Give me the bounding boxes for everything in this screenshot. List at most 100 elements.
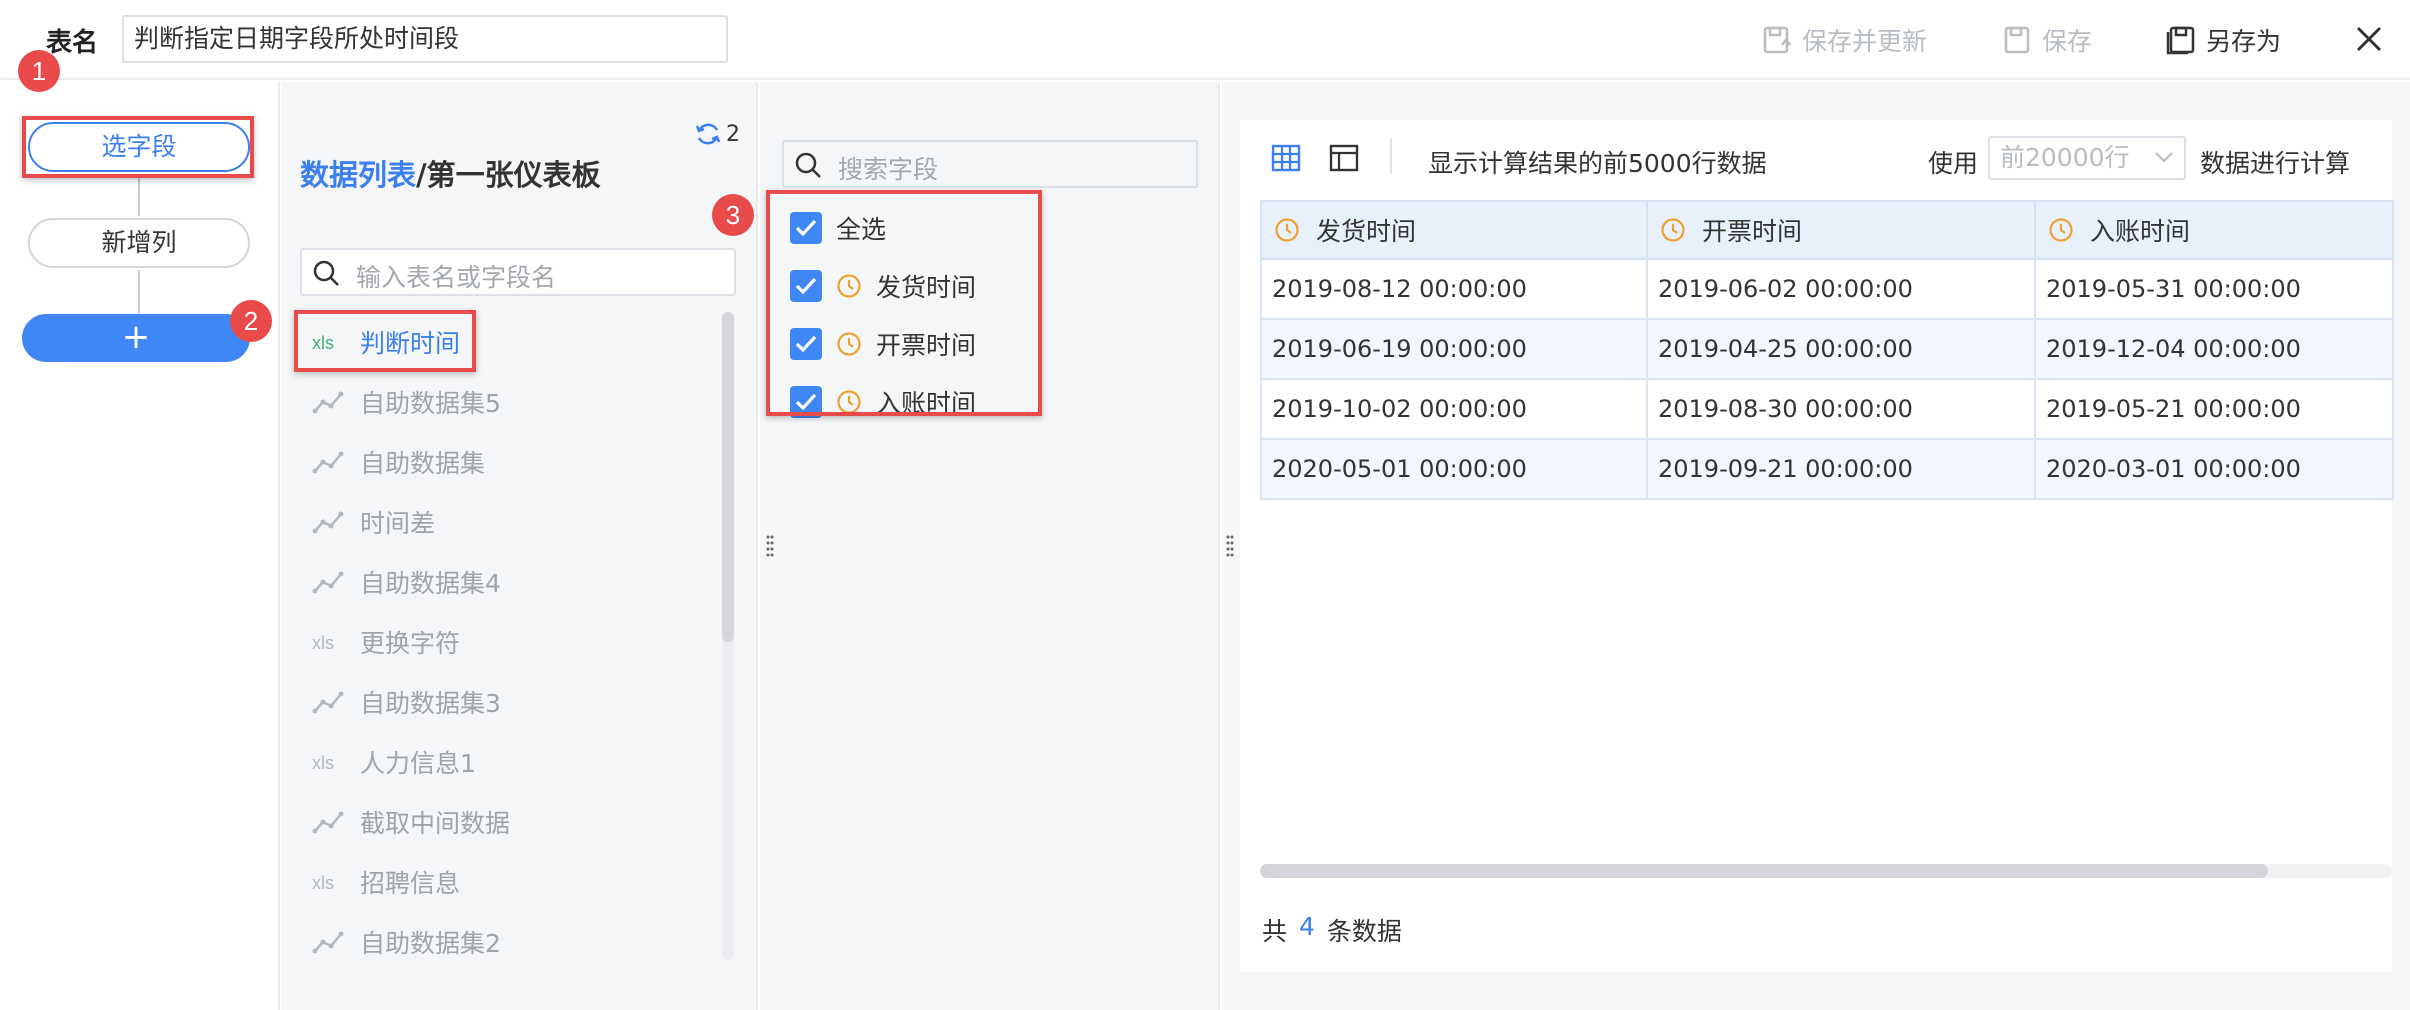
list-item-label: 时间差 xyxy=(360,509,436,538)
svg-text:xls: xls xyxy=(312,873,334,893)
save-and-update-button[interactable]: 保存并更新 xyxy=(1762,22,1927,58)
step-connector xyxy=(138,174,140,216)
table-cell: 2019-04-25 00:00:00 xyxy=(1646,318,2036,380)
excel-icon: xls xyxy=(312,753,334,773)
breadcrumb-separator: / xyxy=(416,158,427,192)
data-list-panel: 2 数据列表/第一张仪表板 输入表名或字段名 xls 判断时间 自助数据集5 自… xyxy=(282,82,758,1010)
list-item-label: 自助数据集5 xyxy=(360,389,501,418)
table-cell: 2019-05-21 00:00:00 xyxy=(2034,378,2394,440)
annotation-badge-3: 3 xyxy=(712,194,754,236)
row-count-suffix: 条数据 xyxy=(1326,917,1402,946)
save-as-button[interactable]: 另存为 xyxy=(2166,22,2281,58)
refresh-count: 2 xyxy=(726,121,740,147)
horizontal-scrollbar-thumb[interactable] xyxy=(1260,864,2268,878)
list-item[interactable]: 自助数据集5 xyxy=(312,382,501,422)
dataset-icon xyxy=(312,571,344,594)
list-item[interactable]: xls 人力信息1 xyxy=(312,742,476,782)
refresh-button[interactable]: 2 xyxy=(694,120,740,148)
clock-icon xyxy=(1661,218,1685,242)
field-search-placeholder: 搜索字段 xyxy=(838,155,939,184)
top-header: 表名 判断指定日期字段所处时间段 保存并更新 保存 另存为 xyxy=(0,0,2410,80)
table-cell: 2020-03-01 00:00:00 xyxy=(2034,438,2394,500)
list-item[interactable]: 自助数据集3 xyxy=(312,682,501,722)
list-item[interactable]: 截取中间数据 xyxy=(312,802,510,842)
list-item-label: 人力信息1 xyxy=(360,749,476,778)
list-item[interactable]: 自助数据集4 xyxy=(312,562,501,602)
clock-icon xyxy=(1275,218,1299,242)
table-row: 2020-05-01 00:00:00 2019-09-21 00:00:00 … xyxy=(1260,438,2394,500)
table-search-input[interactable]: 输入表名或字段名 xyxy=(300,248,736,296)
save-label: 保存 xyxy=(2042,27,2093,56)
preview-info-text: 显示计算结果的前5000行数据 xyxy=(1428,149,1767,178)
dataset-icon xyxy=(312,931,344,954)
table-search-placeholder: 输入表名或字段名 xyxy=(356,263,557,292)
table-cell: 2019-06-19 00:00:00 xyxy=(1260,318,1648,380)
close-icon[interactable] xyxy=(2352,22,2386,56)
calc-label: 数据进行计算 xyxy=(2200,149,2351,178)
dataset-icon xyxy=(312,811,344,834)
column-header-label: 开票时间 xyxy=(1702,217,1803,246)
search-icon xyxy=(313,260,339,286)
table-view-icon[interactable] xyxy=(1270,142,1302,174)
column-header[interactable]: 开票时间 xyxy=(1646,200,2036,260)
table-name-label: 表名 xyxy=(46,28,99,58)
preview-card: 显示计算结果的前5000行数据 使用 前20000行 数据进行计算 发货时间 开… xyxy=(1240,120,2394,972)
refresh-icon xyxy=(695,123,721,145)
save-update-icon xyxy=(1763,26,1791,54)
annotation-box-3 xyxy=(766,190,1042,416)
annotation-box-2 xyxy=(294,310,476,372)
list-item-label: 更换字符 xyxy=(360,629,461,658)
svg-text:xls: xls xyxy=(312,633,334,653)
annotation-badge-2: 2 xyxy=(230,300,272,342)
save-as-label: 另存为 xyxy=(2206,27,2282,56)
field-panel: 搜索字段 全选 发货时间 开票时间 入账时间 xyxy=(760,82,1220,1010)
dataset-icon xyxy=(312,451,344,474)
annotation-box-1 xyxy=(22,116,254,178)
excel-icon: xls xyxy=(312,633,334,653)
column-header[interactable]: 入账时间 xyxy=(2034,200,2394,260)
search-icon xyxy=(795,152,821,178)
table-cell: 2019-09-21 00:00:00 xyxy=(1646,438,2036,500)
table-header-row: 发货时间 开票时间 入账时间 xyxy=(1260,200,2394,260)
table-cell: 2020-05-01 00:00:00 xyxy=(1260,438,1648,500)
save-and-update-label: 保存并更新 xyxy=(1802,27,1928,56)
table-cell: 2019-08-30 00:00:00 xyxy=(1646,378,2036,440)
column-header[interactable]: 发货时间 xyxy=(1260,200,1648,260)
row-count-value: 4 xyxy=(1299,912,1315,941)
breadcrumb-root-link[interactable]: 数据列表 xyxy=(300,158,416,192)
clock-icon xyxy=(2049,218,2073,242)
resize-handle-icon[interactable] xyxy=(766,534,774,558)
table-cell: 2019-12-04 00:00:00 xyxy=(2034,318,2394,380)
list-item-label: 招聘信息 xyxy=(360,869,461,898)
list-item[interactable]: xls 更换字符 xyxy=(312,622,460,662)
list-item[interactable]: 时间差 xyxy=(312,502,435,542)
toolbar-divider xyxy=(1390,138,1392,174)
add-step-button[interactable]: + xyxy=(22,314,250,362)
steps-sidebar: 选字段 新增列 + xyxy=(0,82,280,1010)
list-item-label: 自助数据集2 xyxy=(360,929,501,958)
list-item[interactable]: 自助数据集2 xyxy=(312,922,501,962)
column-header-label: 入账时间 xyxy=(2090,217,2191,246)
list-item[interactable]: xls 招聘信息 xyxy=(312,862,460,902)
list-scrollbar-thumb[interactable] xyxy=(722,312,734,642)
row-limit-value: 前20000行 xyxy=(2000,143,2130,172)
save-icon xyxy=(2004,26,2030,54)
list-item-label: 自助数据集 xyxy=(360,449,486,478)
save-button[interactable]: 保存 xyxy=(2002,22,2092,58)
list-item-label: 自助数据集4 xyxy=(360,569,501,598)
list-item[interactable]: 自助数据集 xyxy=(312,442,485,482)
table-name-input[interactable]: 判断指定日期字段所处时间段 xyxy=(122,15,728,63)
row-limit-select[interactable]: 前20000行 xyxy=(1988,136,2186,180)
step-add-column[interactable]: 新增列 xyxy=(28,218,250,268)
dataset-icon xyxy=(312,511,344,534)
table-row: 2019-10-02 00:00:00 2019-08-30 00:00:00 … xyxy=(1260,378,2394,440)
annotation-badge-1: 1 xyxy=(18,50,60,92)
chevron-down-icon xyxy=(2155,152,2173,163)
row-count: 共 4 条数据 xyxy=(1262,912,1402,948)
dataset-icon xyxy=(312,691,344,714)
resize-handle-icon[interactable] xyxy=(1226,534,1234,558)
use-label: 使用 xyxy=(1928,149,1979,178)
breadcrumb: 数据列表/第一张仪表板 xyxy=(300,152,601,194)
field-search-input[interactable]: 搜索字段 xyxy=(782,140,1198,188)
layout-view-icon[interactable] xyxy=(1328,142,1360,174)
